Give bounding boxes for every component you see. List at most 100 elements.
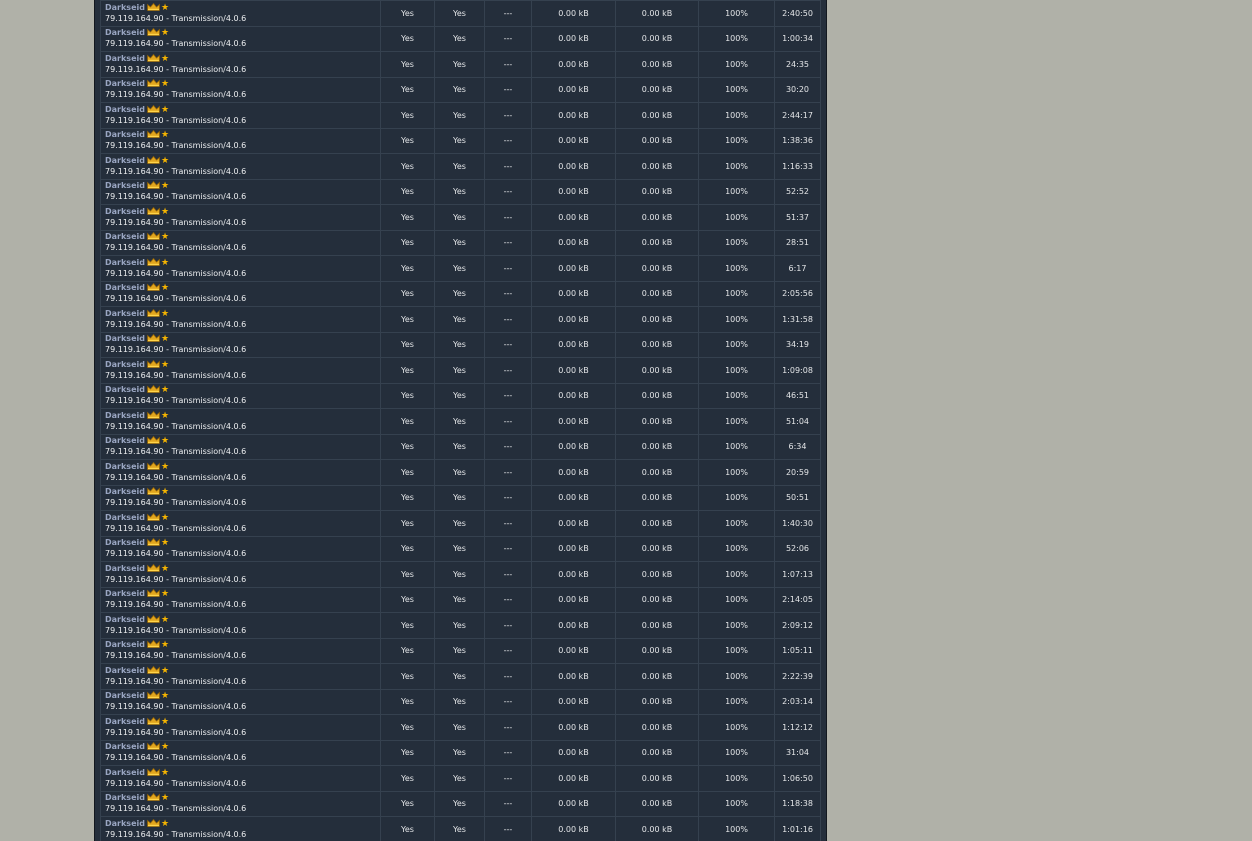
speed-cell: --- — [484, 586, 532, 613]
peer-username-link[interactable]: Darkseid — [105, 538, 145, 547]
peer-username-link[interactable]: Darkseid — [105, 487, 145, 496]
connected-time-cell: 52:52 — [774, 178, 821, 205]
peer-username-link[interactable]: Darkseid — [105, 819, 145, 828]
peer-username-link[interactable]: Darkseid — [105, 334, 145, 343]
connected-time-cell: 2:40:50 — [774, 0, 821, 27]
peer-username-link[interactable]: Darkseid — [105, 436, 145, 445]
peer-username-link[interactable]: Darkseid — [105, 462, 145, 471]
speed-cell: --- — [484, 663, 532, 690]
peer-username-link[interactable]: Darkseid — [105, 309, 145, 318]
connected-time-cell: 6:34 — [774, 433, 821, 460]
peer-cell: Darkseid ★ 79.119.164.90 - Transmission/4… — [100, 306, 381, 333]
peer-username-link[interactable]: Darkseid — [105, 360, 145, 369]
peer-username-link[interactable]: Darkseid — [105, 615, 145, 624]
peer-cell: Darkseid ★ 79.119.164.90 - Transmission/4… — [100, 790, 381, 817]
peer-username-link[interactable]: Darkseid — [105, 181, 145, 190]
peer-username-link[interactable]: Darkseid — [105, 258, 145, 267]
peer-username-link[interactable]: Darkseid — [105, 385, 145, 394]
peer-username-link[interactable]: Darkseid — [105, 411, 145, 420]
connectable-cell: Yes — [380, 459, 435, 486]
peer-client-info: 79.119.164.90 - Transmission/4.0.6 — [105, 753, 247, 763]
downloaded-cell: 0.00 kB — [615, 25, 699, 52]
seeding-cell: Yes — [434, 331, 485, 358]
peer-cell: Darkseid ★ 79.119.164.90 - Transmission/4… — [100, 204, 381, 231]
peer-username-link[interactable]: Darkseid — [105, 666, 145, 675]
connected-time-cell: 50:51 — [774, 484, 821, 511]
connectable-cell: Yes — [380, 204, 435, 231]
peer-username-link[interactable]: Darkseid — [105, 742, 145, 751]
peer-username-link[interactable]: Darkseid — [105, 3, 145, 12]
peer-client-info: 79.119.164.90 - Transmission/4.0.6 — [105, 268, 247, 278]
seeding-cell: Yes — [434, 25, 485, 52]
speed-cell: --- — [484, 484, 532, 511]
connected-time-cell: 6:17 — [774, 255, 821, 282]
peer-cell: Darkseid ★ 79.119.164.90 - Transmission/4… — [100, 178, 381, 205]
crown-icon — [147, 28, 160, 39]
crown-icon — [147, 385, 160, 396]
star-icon: ★ — [160, 512, 170, 523]
peer-username-link[interactable]: Darkseid — [105, 232, 145, 241]
crown-icon — [147, 79, 160, 90]
peer-cell: Darkseid ★ 79.119.164.90 - Transmission/4… — [100, 586, 381, 613]
table-row: Darkseid ★ 79.119.164.90 - Transmission/4… — [100, 51, 821, 78]
peer-username-link[interactable]: Darkseid — [105, 105, 145, 114]
speed-cell: --- — [484, 255, 532, 282]
peer-username-link[interactable]: Darkseid — [105, 768, 145, 777]
uploaded-cell: 0.00 kB — [531, 714, 616, 741]
star-icon: ★ — [160, 410, 170, 421]
peer-client-info: 79.119.164.90 - Transmission/4.0.6 — [105, 217, 247, 227]
peer-username-link[interactable]: Darkseid — [105, 640, 145, 649]
peer-username-link[interactable]: Darkseid — [105, 156, 145, 165]
peer-username-link[interactable]: Darkseid — [105, 283, 145, 292]
speed-cell: --- — [484, 51, 532, 78]
star-icon: ★ — [160, 283, 170, 294]
seeding-cell: Yes — [434, 612, 485, 639]
peer-username-link[interactable]: Darkseid — [105, 589, 145, 598]
connectable-cell: Yes — [380, 408, 435, 435]
star-icon: ★ — [160, 359, 170, 370]
seeding-cell: Yes — [434, 408, 485, 435]
peer-cell: Darkseid ★ 79.119.164.90 - Transmission/4… — [100, 255, 381, 282]
connectable-cell: Yes — [380, 739, 435, 766]
peer-username-link[interactable]: Darkseid — [105, 691, 145, 700]
uploaded-cell: 0.00 kB — [531, 484, 616, 511]
peer-cell: Darkseid ★ 79.119.164.90 - Transmission/4… — [100, 510, 381, 537]
peer-username-link[interactable]: Darkseid — [105, 79, 145, 88]
peer-username-link[interactable]: Darkseid — [105, 717, 145, 726]
ratio-cell: 100% — [698, 714, 775, 741]
speed-cell: --- — [484, 25, 532, 52]
speed-cell: --- — [484, 561, 532, 588]
ratio-cell: 100% — [698, 153, 775, 180]
peer-cell: Darkseid ★ 79.119.164.90 - Transmission/4… — [100, 382, 381, 409]
peer-username-link[interactable]: Darkseid — [105, 28, 145, 37]
speed-cell: --- — [484, 739, 532, 766]
connectable-cell: Yes — [380, 663, 435, 690]
crown-icon — [147, 818, 160, 830]
downloaded-cell: 0.00 kB — [615, 408, 699, 435]
peer-client-info: 79.119.164.90 - Transmission/4.0.6 — [105, 498, 247, 508]
peer-cell: Darkseid ★ 79.119.164.90 - Transmission/4… — [100, 765, 381, 792]
peer-cell: Darkseid ★ 79.119.164.90 - Transmission/4… — [100, 408, 381, 435]
uploaded-cell: 0.00 kB — [531, 51, 616, 78]
uploaded-cell: 0.00 kB — [531, 637, 616, 664]
seeding-cell: Yes — [434, 280, 485, 307]
peer-username-link[interactable]: Darkseid — [105, 130, 145, 139]
peer-client-info: 79.119.164.90 - Transmission/4.0.6 — [105, 64, 247, 74]
peer-username-link[interactable]: Darkseid — [105, 54, 145, 63]
connectable-cell: Yes — [380, 433, 435, 460]
ratio-cell: 100% — [698, 229, 775, 256]
peer-username-link[interactable]: Darkseid — [105, 513, 145, 522]
speed-cell: --- — [484, 280, 532, 307]
uploaded-cell: 0.00 kB — [531, 535, 616, 562]
seeding-cell: Yes — [434, 306, 485, 333]
uploaded-cell: 0.00 kB — [531, 102, 616, 129]
speed-cell: --- — [484, 459, 532, 486]
peer-username-link[interactable]: Darkseid — [105, 793, 145, 802]
star-icon: ★ — [160, 206, 170, 217]
ratio-cell: 100% — [698, 459, 775, 486]
speed-cell: --- — [484, 535, 532, 562]
peer-username-link[interactable]: Darkseid — [105, 207, 145, 216]
peer-username-link[interactable]: Darkseid — [105, 564, 145, 573]
uploaded-cell: 0.00 kB — [531, 229, 616, 256]
table-row: Darkseid ★ 79.119.164.90 - Transmission/4… — [100, 663, 821, 690]
